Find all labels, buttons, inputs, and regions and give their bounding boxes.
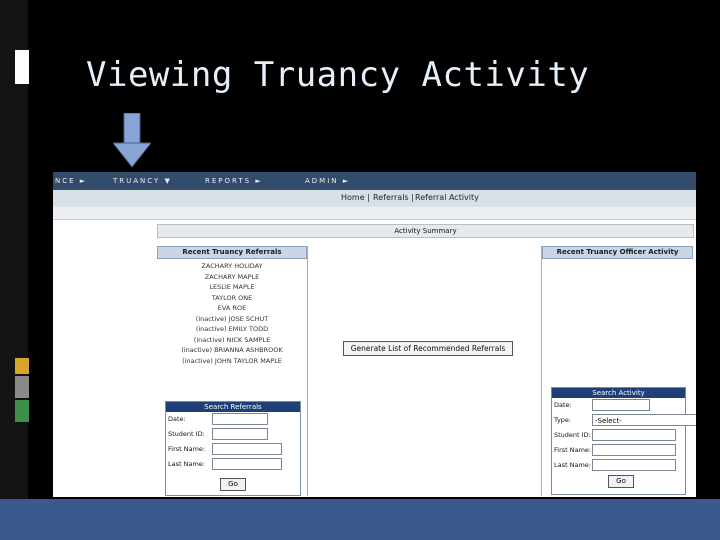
breadcrumb-referrals[interactable]: Referrals | — [373, 193, 414, 202]
generate-referrals-button[interactable]: Generate List of Recommended Referrals — [343, 341, 513, 356]
field-label: Date: — [554, 401, 572, 409]
referral-link[interactable]: ZACHARY MAPLE — [157, 272, 307, 283]
recent-referrals-list: ZACHARY HOLIDAY ZACHARY MAPLE LESLIE MAP… — [157, 261, 307, 366]
field-label: First Name: — [554, 446, 592, 454]
slide-footer-band — [0, 499, 720, 540]
field-label: Student ID: — [554, 431, 591, 439]
nav-item-attendance[interactable]: NCE ► — [55, 177, 87, 185]
recent-referrals-panel: Recent Truancy Referrals ZACHARY HOLIDAY… — [157, 246, 308, 496]
first-name-input[interactable] — [592, 444, 676, 456]
activity-center-panel: Generate List of Recommended Referrals — [308, 246, 540, 496]
referral-link[interactable]: (inactive) NICK SAMPLE — [157, 335, 307, 346]
breadcrumb-home[interactable]: Home | — [341, 193, 370, 202]
last-name-input[interactable] — [592, 459, 676, 471]
accent-bar-gold — [15, 358, 29, 374]
go-button[interactable]: Go — [220, 478, 246, 491]
first-name-input[interactable] — [212, 443, 282, 455]
accent-bar-green — [15, 400, 29, 422]
referral-link[interactable]: ZACHARY HOLIDAY — [157, 261, 307, 272]
recent-referrals-title: Recent Truancy Referrals — [157, 246, 307, 259]
down-arrow-icon — [113, 113, 151, 168]
referral-link[interactable]: (inactive) JOSE SCHUT — [157, 314, 307, 325]
referral-link[interactable]: LESLIE MAPLE — [157, 282, 307, 293]
field-label: Student ID: — [168, 430, 205, 438]
search-referrals-box: Search Referrals Date: Student ID: First… — [165, 401, 301, 496]
referral-link[interactable]: (inactive) EMILY TODD — [157, 324, 307, 335]
type-select[interactable]: -Select-▾ — [592, 414, 696, 426]
breadcrumb-referral-activity[interactable]: Referral Activity — [415, 193, 479, 202]
breadcrumb: Home | Referrals | Referral Activity — [53, 190, 696, 207]
date-input[interactable] — [212, 413, 268, 425]
field-label: Type: — [554, 416, 572, 424]
search-activity-box: Search Activity Date: Type: -Select-▾ Stu… — [551, 387, 696, 495]
referral-link[interactable]: (inactive) JOHN TAYLOR MAPLE — [157, 356, 307, 367]
activity-summary-header: Activity Summary — [157, 224, 694, 238]
officer-activity-panel: Recent Truancy Officer Activity Search A… — [541, 246, 696, 496]
title-accent-bar — [15, 50, 29, 84]
nav-item-admin[interactable]: ADMIN ► — [305, 177, 350, 185]
accent-bar-gray — [15, 376, 29, 398]
field-label: Last Name: — [168, 460, 205, 468]
toolbar-strip — [53, 207, 696, 220]
search-activity-title: Search Activity — [552, 388, 685, 398]
officer-activity-title: Recent Truancy Officer Activity — [542, 246, 693, 259]
referral-link[interactable]: EVA ROE — [157, 303, 307, 314]
date-input[interactable] — [592, 399, 650, 411]
search-referrals-title: Search Referrals — [166, 402, 300, 412]
field-label: First Name: — [168, 445, 206, 453]
nav-item-reports[interactable]: REPORTS ► — [205, 177, 263, 185]
app-nav-bar: NCE ► TRUANCY ▼ REPORTS ► ADMIN ► — [53, 172, 696, 190]
referral-link[interactable]: TAYLOR ONE — [157, 293, 307, 304]
nav-item-truancy[interactable]: TRUANCY ▼ — [113, 177, 172, 185]
last-name-input[interactable] — [212, 458, 282, 470]
referral-link[interactable]: (inactive) BRIANNA ASHBROOK — [157, 345, 307, 356]
field-label: Last Name: — [554, 461, 591, 469]
type-select-value: -Select- — [595, 417, 622, 425]
student-id-input[interactable] — [212, 428, 268, 440]
go-button[interactable]: Go — [608, 475, 634, 488]
student-id-input[interactable] — [592, 429, 676, 441]
field-label: Date: — [168, 415, 186, 423]
slide-title: Viewing Truancy Activity — [86, 55, 590, 95]
app-screenshot: NCE ► TRUANCY ▼ REPORTS ► ADMIN ► Home |… — [53, 172, 696, 497]
